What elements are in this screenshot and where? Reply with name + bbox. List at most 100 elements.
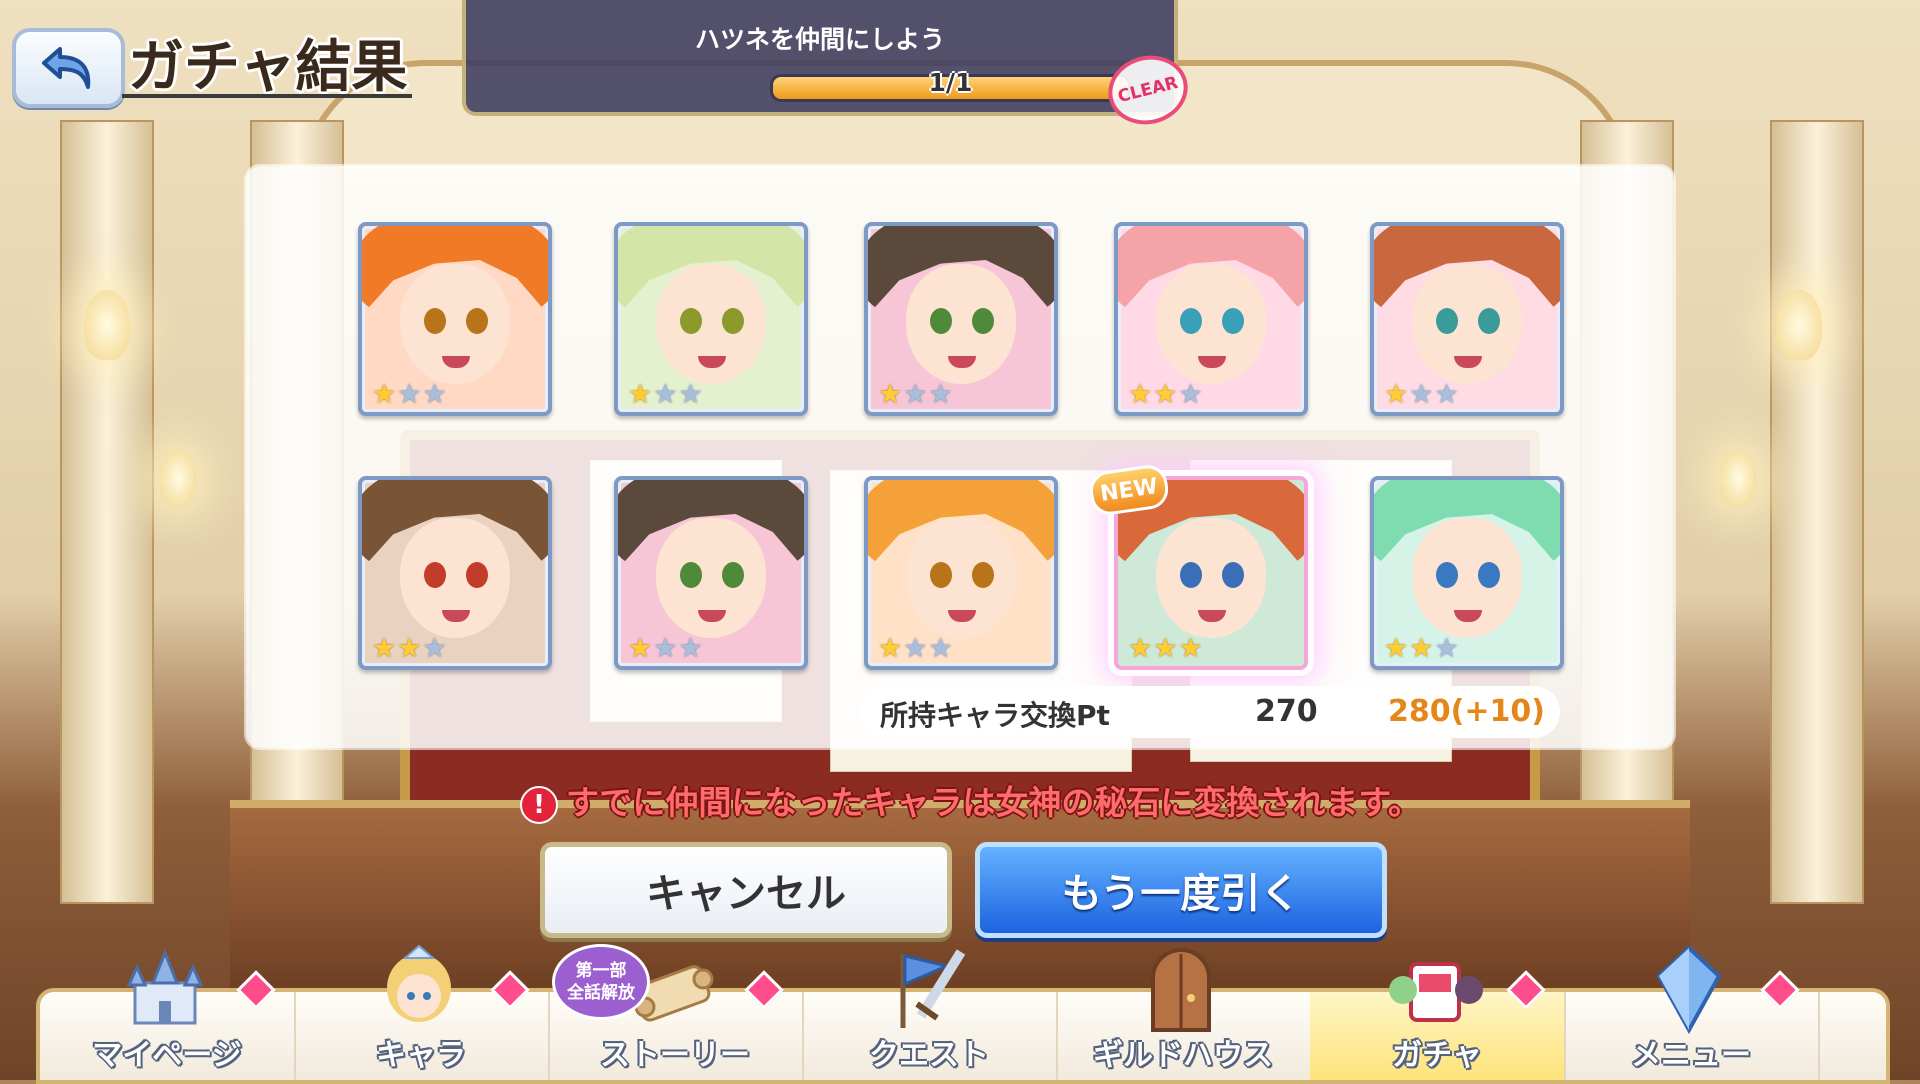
- door-icon: [1126, 944, 1236, 1034]
- star-filled-icon: ★: [1384, 633, 1409, 664]
- star-filled-icon: ★: [628, 633, 653, 664]
- nav-item-gacha[interactable]: ガチャ: [1310, 962, 1566, 1080]
- story-chapter-badge-line1: 第一部: [575, 961, 627, 981]
- cancel-button[interactable]: キャンセル: [540, 842, 952, 938]
- star-filled-icon: ★: [1128, 633, 1153, 664]
- mission-text: ハツネを仲間にしよう: [694, 25, 945, 54]
- star-empty-icon: ★: [678, 633, 703, 664]
- draw-again-button[interactable]: もう一度引く: [975, 842, 1387, 938]
- character-eye: [1478, 562, 1500, 588]
- character-eye: [1180, 562, 1202, 588]
- star-filled-icon: ★: [1153, 633, 1178, 664]
- star-filled-icon: ★: [1153, 379, 1178, 410]
- rarity-stars: ★ ★ ★: [878, 635, 953, 662]
- exchange-points-current: 270: [1255, 694, 1318, 729]
- warning-icon: !: [520, 785, 558, 824]
- result-card[interactable]: ★ ★ ★: [614, 222, 808, 416]
- nav-item-label: メニュー: [1631, 1038, 1751, 1073]
- nav-item-label: ガチャ: [1392, 1038, 1482, 1073]
- nav-item-sword-flag[interactable]: クエスト: [802, 949, 1058, 1080]
- rarity-stars: ★ ★ ★: [628, 635, 703, 662]
- character-eye: [466, 308, 488, 334]
- character-eye: [424, 308, 446, 334]
- star-filled-icon: ★: [1384, 379, 1409, 410]
- star-empty-icon: ★: [928, 633, 953, 664]
- result-card[interactable]: ★ ★ ★: [1370, 476, 1564, 670]
- star-filled-icon: ★: [878, 379, 903, 410]
- star-filled-icon: ★: [372, 633, 397, 664]
- castle-icon: [110, 944, 220, 1034]
- result-card[interactable]: ★ ★ ★: [614, 476, 808, 670]
- star-empty-icon: ★: [397, 379, 422, 410]
- character-eye: [680, 562, 702, 588]
- result-card[interactable]: ★ ★ ★: [358, 476, 552, 670]
- star-filled-icon: ★: [1409, 633, 1434, 664]
- rarity-stars: ★ ★ ★: [372, 381, 447, 408]
- star-empty-icon: ★: [903, 633, 928, 664]
- character-icon: [364, 944, 474, 1034]
- star-empty-icon: ★: [422, 379, 447, 410]
- result-card[interactable]: ★ ★ ★: [864, 476, 1058, 670]
- exchange-points-row: 所持キャラ交換Pt 270 280(+10): [860, 686, 1560, 738]
- bottom-nav: マイページ キャラ ストーリー クエスト ギルドハウス ガチャ メニュー: [36, 944, 1890, 1084]
- character-eye: [972, 562, 994, 588]
- character-eye: [1436, 562, 1458, 588]
- result-card[interactable]: ★ ★ ★: [1114, 222, 1308, 416]
- star-empty-icon: ★: [1178, 379, 1203, 410]
- wall-lamp: [84, 290, 130, 360]
- rarity-stars: ★ ★ ★: [1384, 635, 1459, 662]
- star-empty-icon: ★: [422, 633, 447, 664]
- character-eye: [972, 308, 994, 334]
- character-eye: [722, 562, 744, 588]
- page-title: ガチャ結果: [128, 35, 408, 100]
- duplicate-warning: ! すでに仲間になったキャラは女神の秘石に変換されます。: [520, 776, 1421, 824]
- nav-item-label: キャラ: [376, 1038, 466, 1073]
- sword-flag-icon: [872, 944, 982, 1034]
- nav-item-label: マイページ: [92, 1038, 242, 1073]
- star-empty-icon: ★: [1409, 379, 1434, 410]
- star-filled-icon: ★: [1178, 633, 1203, 664]
- exchange-points-new: 280(+10): [1388, 694, 1545, 729]
- result-card[interactable]: ★ ★ ★: [358, 222, 552, 416]
- character-eye: [1222, 308, 1244, 334]
- star-filled-icon: ★: [628, 379, 653, 410]
- back-button[interactable]: [12, 28, 125, 108]
- result-card[interactable]: ★ ★ ★: [1370, 222, 1564, 416]
- rarity-stars: ★ ★ ★: [1128, 381, 1203, 408]
- star-empty-icon: ★: [928, 379, 953, 410]
- nav-item-label: クエスト: [869, 1038, 989, 1073]
- wall-lamp: [160, 450, 196, 506]
- result-card[interactable]: ★ ★ ★: [864, 222, 1058, 416]
- rarity-stars: ★ ★ ★: [878, 381, 953, 408]
- rarity-stars: ★ ★ ★: [628, 381, 703, 408]
- nav-item-character[interactable]: キャラ: [294, 944, 550, 1080]
- nav-item-crystal[interactable]: メニュー: [1564, 945, 1820, 1080]
- story-chapter-badge-line2: 全話解放: [567, 983, 635, 1003]
- character-eye: [680, 308, 702, 334]
- star-empty-icon: ★: [678, 379, 703, 410]
- nav-item-door[interactable]: ギルドハウス: [1056, 948, 1312, 1080]
- title-underline: [122, 94, 412, 98]
- character-eye: [930, 308, 952, 334]
- background-pillar: [60, 120, 154, 904]
- rarity-stars: ★ ★ ★: [1384, 381, 1459, 408]
- star-filled-icon: ★: [397, 633, 422, 664]
- nav-item-castle[interactable]: マイページ: [40, 949, 296, 1080]
- character-eye: [466, 562, 488, 588]
- character-eye: [1180, 308, 1202, 334]
- star-filled-icon: ★: [1128, 379, 1153, 410]
- star-empty-icon: ★: [1434, 633, 1459, 664]
- exchange-points-label: 所持キャラ交換Pt: [880, 699, 1110, 732]
- rarity-stars: ★ ★ ★: [1128, 635, 1203, 662]
- character-eye: [722, 308, 744, 334]
- star-empty-icon: ★: [1434, 379, 1459, 410]
- gacha-icon: [1380, 944, 1490, 1034]
- star-filled-icon: ★: [878, 633, 903, 664]
- crystal-icon: [1634, 944, 1744, 1034]
- background-pillar: [1770, 120, 1864, 904]
- nav-item-label: ストーリー: [600, 1038, 750, 1073]
- star-filled-icon: ★: [372, 379, 397, 410]
- wall-lamp: [1720, 450, 1756, 506]
- character-eye: [1478, 308, 1500, 334]
- duplicate-warning-text: すでに仲間になったキャラは女神の秘石に変換されます。: [566, 783, 1422, 822]
